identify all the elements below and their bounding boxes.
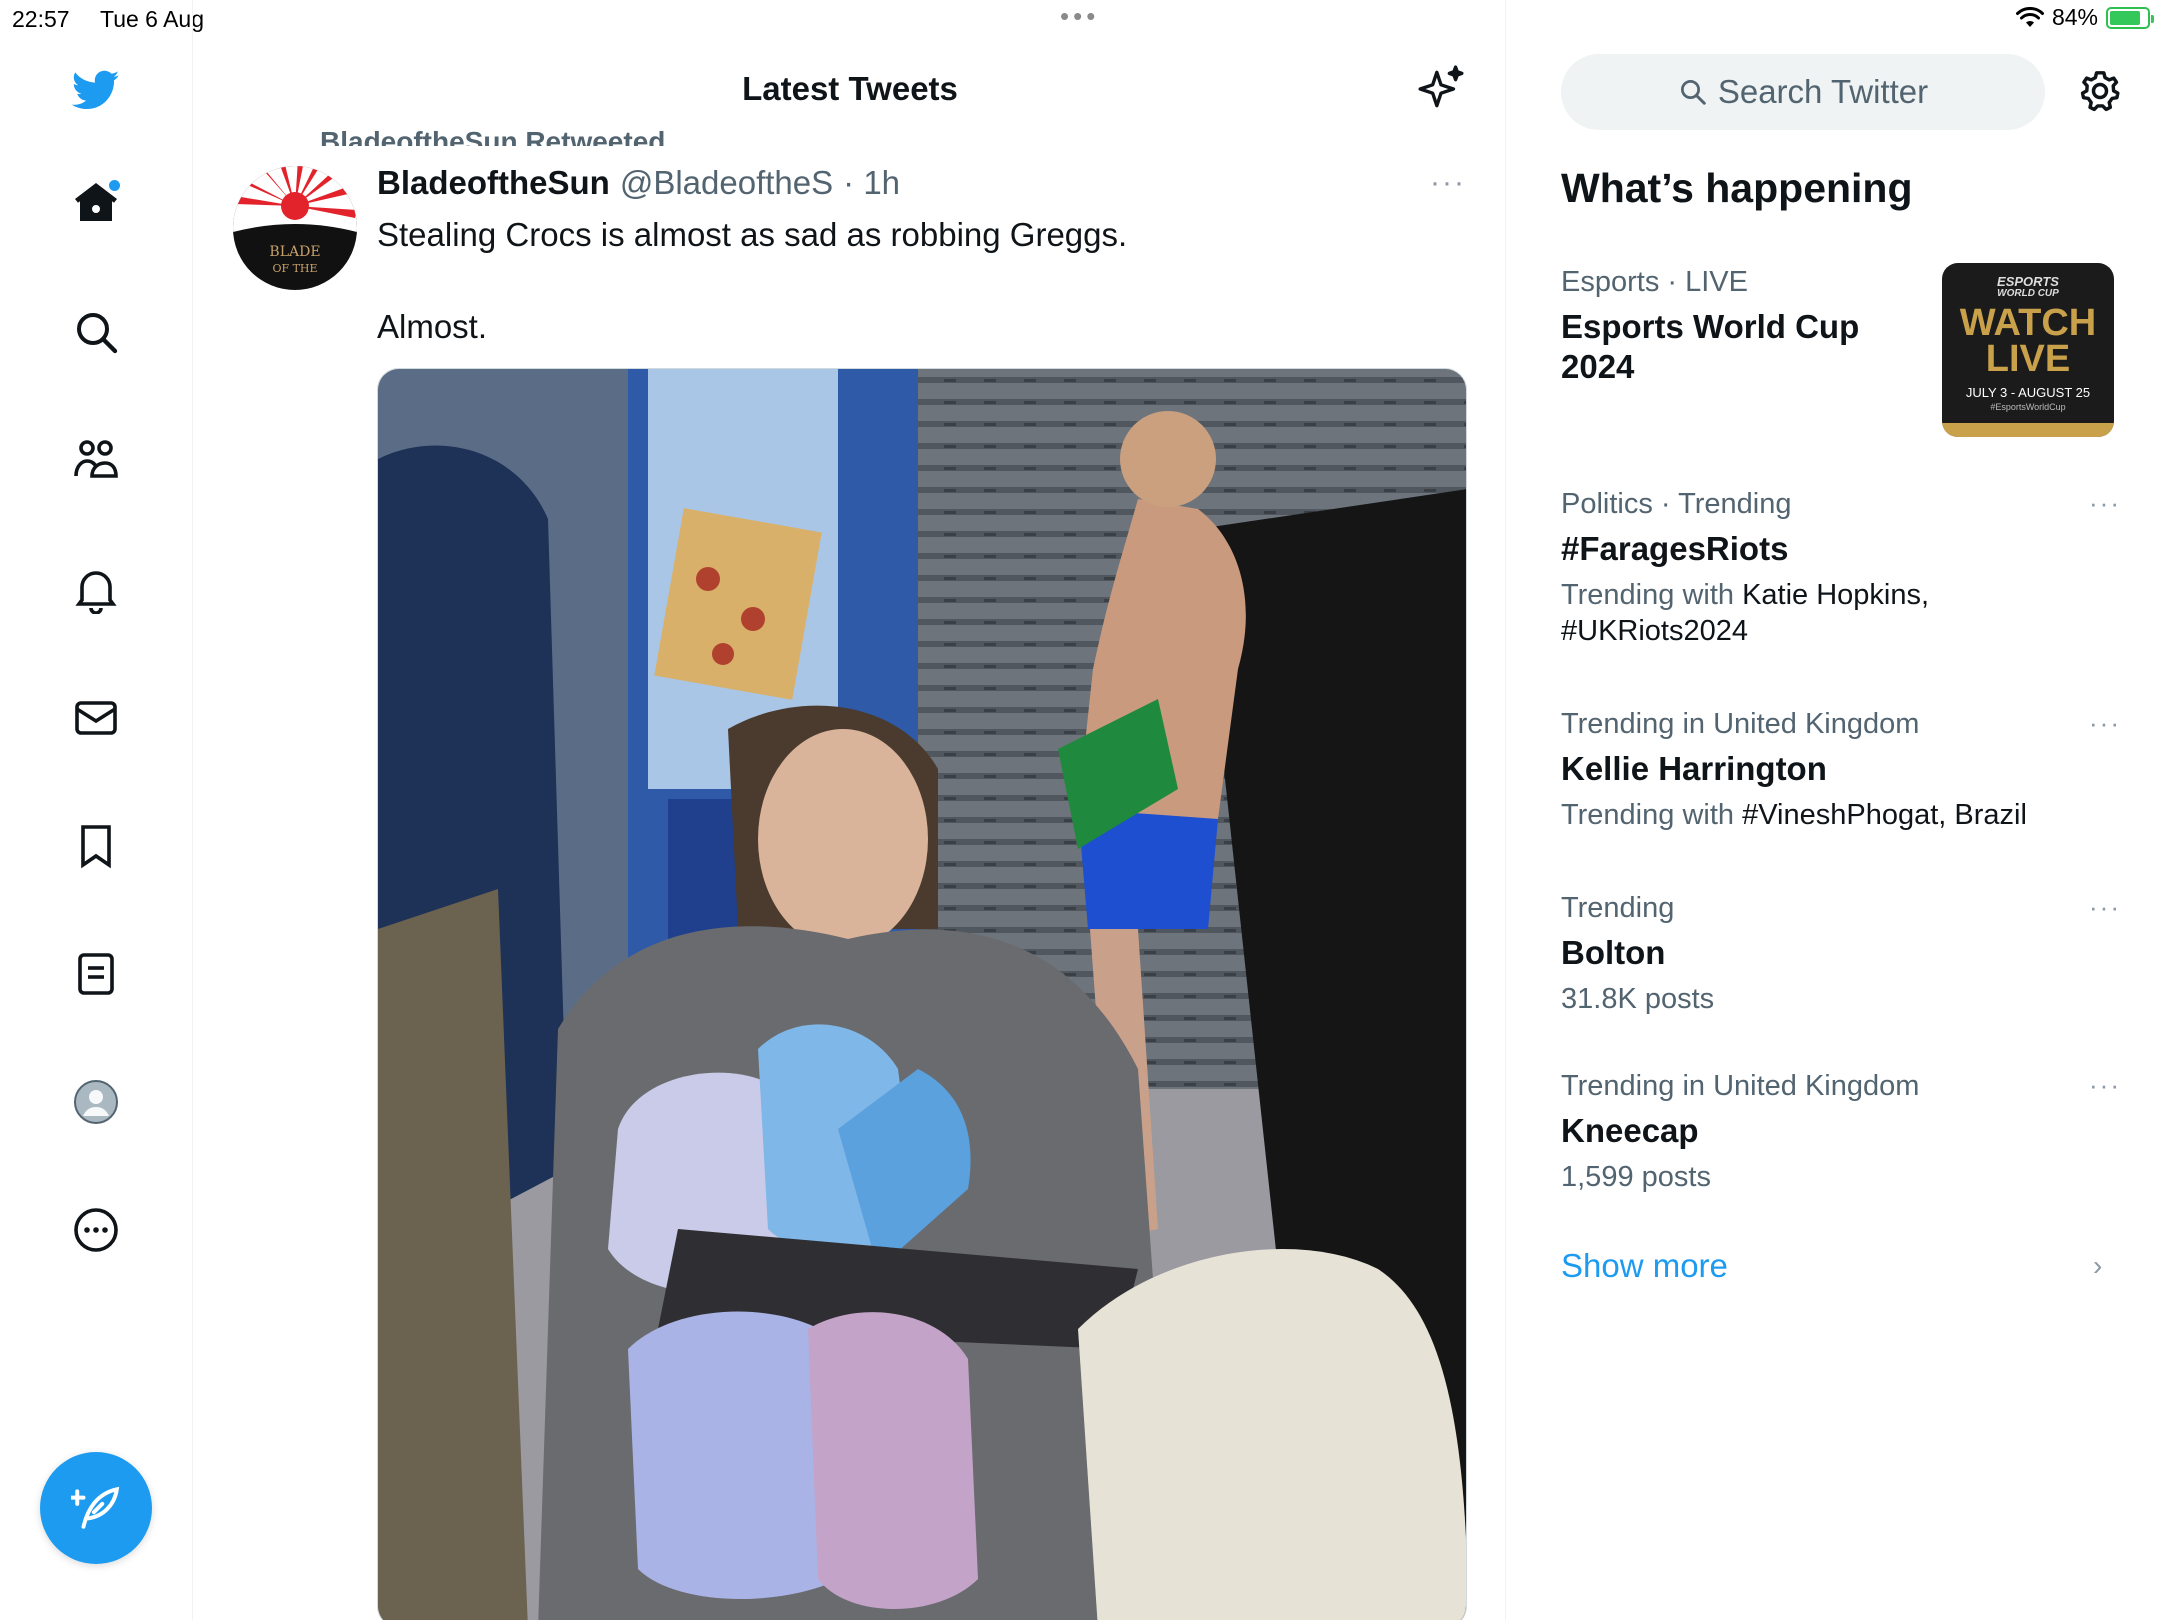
trend-name: Kneecap <box>1561 1112 1699 1149</box>
trend-item[interactable]: Trending in United Kingdom Kellie Harrin… <box>1561 708 2121 833</box>
search-input[interactable]: Search Twitter <box>1561 54 2045 130</box>
timeline: Latest Tweets BladeoftheSun Retweeted BL… <box>194 0 1506 1620</box>
tweet-more-icon[interactable]: ··· <box>1430 166 1466 200</box>
twitter-logo-icon[interactable] <box>66 60 126 120</box>
tweet-time[interactable]: · 1h <box>843 164 900 202</box>
trend-more-icon[interactable]: ··· <box>2089 708 2121 739</box>
messages-icon[interactable] <box>66 688 126 748</box>
thumb-line5: JULY 3 - AUGUST 25 <box>1965 385 2091 400</box>
trend-item[interactable]: Trending Bolton 31.8K posts ··· <box>1561 892 2121 1017</box>
retweet-label: BladeoftheSun Retweeted <box>320 126 666 146</box>
trend-sub: Trending with Katie Hopkins, #UKRiots202… <box>1561 579 1930 647</box>
thumb-line3: WATCH <box>1959 302 2097 344</box>
thumb-line1: ESPORTS <box>1997 274 2059 289</box>
trend-meta: Politics · Trending <box>1561 488 1792 520</box>
left-nav <box>0 0 193 1620</box>
show-more-link[interactable]: Show more <box>1561 1247 1728 1285</box>
right-sidebar: Search Twitter What’s happening Esports … <box>1507 0 2160 1620</box>
lists-icon[interactable] <box>66 944 126 1004</box>
trend-item[interactable]: Trending in United Kingdom Kneecap 1,599… <box>1561 1070 2121 1195</box>
chevron-right-icon[interactable]: › <box>2093 1250 2102 1282</box>
trend-name: Esports World Cup 2024 <box>1561 308 1860 385</box>
communities-icon[interactable] <box>66 430 126 490</box>
svg-text:BLADE: BLADE <box>269 244 320 260</box>
sparkle-icon[interactable] <box>1416 64 1466 114</box>
trend-sub: Trending with #VineshPhogat, Brazil <box>1561 799 2027 831</box>
thumb-line4: LIVE <box>1985 338 2071 380</box>
trend-name: Bolton <box>1561 934 1666 971</box>
trend-name: Kellie Harrington <box>1561 750 1827 787</box>
search-icon[interactable] <box>66 302 126 362</box>
thumb-band <box>1942 423 2114 437</box>
svg-text:OF THE: OF THE <box>272 262 317 275</box>
compose-tweet-button[interactable] <box>40 1452 152 1564</box>
home-icon[interactable] <box>66 172 126 232</box>
thumb-line2: WORLD CUP <box>1997 288 2059 299</box>
bookmarks-icon[interactable] <box>66 816 126 876</box>
trend-sub: 31.8K posts <box>1561 983 1715 1015</box>
trend-meta: Trending in United Kingdom <box>1561 1070 1920 1102</box>
notifications-icon[interactable] <box>66 560 126 620</box>
trend-meta: Trending in United Kingdom <box>1561 708 1920 740</box>
trend-meta: Trending <box>1561 892 1675 924</box>
tweet-photo[interactable] <box>377 368 1467 1620</box>
trend-more-icon[interactable]: ··· <box>2089 892 2121 923</box>
compose-icon <box>71 1486 120 1529</box>
trend-item[interactable]: Politics · Trending #FaragesRiots Trendi… <box>1561 488 2121 649</box>
home-unread-dot <box>109 180 120 191</box>
trend-name: #FaragesRiots <box>1561 530 1789 567</box>
author-handle[interactable]: @BladeoftheS <box>620 164 833 202</box>
profile-icon[interactable] <box>66 1072 126 1132</box>
whats-happening-title: What’s happening <box>1561 165 1913 211</box>
gear-icon[interactable] <box>2077 68 2123 114</box>
tweet-text: Stealing Crocs is almost as sad as robbi… <box>377 216 1128 345</box>
trend-more-icon[interactable]: ··· <box>2089 488 2121 519</box>
trend-more-icon[interactable]: ··· <box>2089 1070 2121 1101</box>
trend-sub: 1,599 posts <box>1561 1161 1711 1193</box>
search-placeholder: Search Twitter <box>1717 73 1929 110</box>
search-icon <box>1680 80 1706 105</box>
more-icon[interactable] <box>66 1200 126 1260</box>
esports-thumbnail[interactable]: ESPORTS WORLD CUP WATCH LIVE JULY 3 - AU… <box>1942 263 2114 437</box>
author-name[interactable]: BladeoftheSun <box>377 164 610 202</box>
page-title: Latest Tweets <box>742 70 958 107</box>
tweet-author-row: BladeoftheSun @BladeoftheS · 1h <box>377 164 900 202</box>
thumb-line6: #EsportsWorldCup <box>1990 402 2066 412</box>
avatar[interactable]: BLADE OF THE <box>233 166 357 290</box>
